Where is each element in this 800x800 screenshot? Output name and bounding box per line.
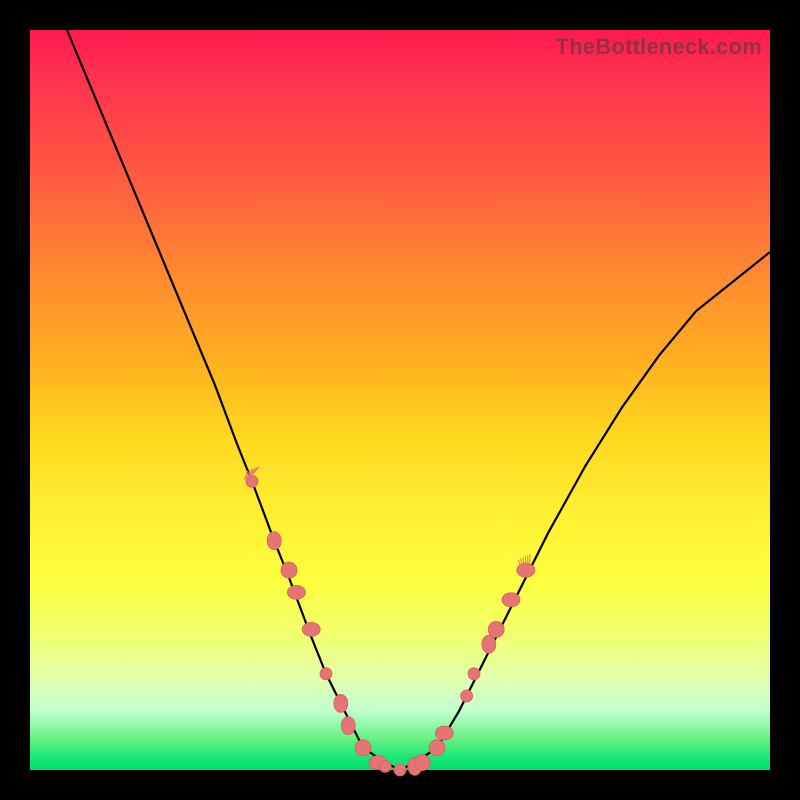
data-marker [461, 690, 473, 702]
data-marker [302, 622, 320, 636]
data-marker [355, 740, 371, 756]
data-marker [468, 668, 480, 680]
data-marker [394, 764, 406, 776]
data-marker [502, 593, 520, 607]
data-marker [341, 717, 355, 735]
marker-group [246, 475, 535, 776]
curve-line [67, 30, 770, 770]
data-marker [488, 621, 504, 637]
data-marker [379, 760, 391, 772]
data-marker [267, 532, 281, 550]
plot-area: TheBottleneck.com [30, 30, 770, 770]
chart-svg [30, 30, 770, 770]
data-marker [334, 694, 348, 712]
data-marker [435, 726, 453, 740]
data-marker [429, 740, 445, 756]
data-marker [482, 635, 496, 653]
data-marker [320, 668, 332, 680]
data-marker [414, 755, 430, 771]
data-marker [281, 562, 297, 578]
chart-frame: TheBottleneck.com [0, 0, 800, 800]
wisp-group [244, 467, 530, 569]
data-marker [287, 585, 305, 599]
